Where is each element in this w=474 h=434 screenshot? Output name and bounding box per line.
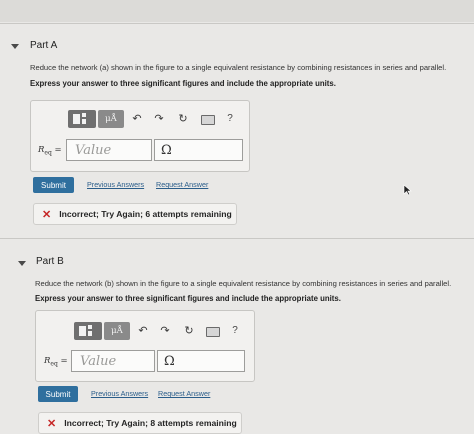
incorrect-x-icon: ✕ — [47, 417, 57, 430]
mouse-pointer-icon — [403, 184, 412, 196]
part-b-submit-button[interactable]: Submit — [38, 386, 78, 402]
units-button[interactable]: μÅ — [98, 110, 124, 128]
part-b-instruction: Express your answer to three significant… — [35, 294, 341, 303]
incorrect-x-icon: ✕ — [42, 208, 52, 221]
reset-icon[interactable]: ↻ — [177, 111, 189, 125]
help-icon[interactable]: ? — [225, 111, 235, 125]
part-b-unit-input[interactable]: Ω — [157, 350, 245, 372]
part-a-answer-box: μÅ ↶ ↷ ↻ ? — [30, 100, 250, 172]
part-a-title: Part A — [30, 40, 58, 51]
keyboard-icon[interactable] — [201, 115, 215, 125]
part-b-req-label: Req = — [44, 356, 68, 368]
undo-icon[interactable]: ↶ — [137, 323, 149, 337]
redo-icon[interactable]: ↷ — [153, 111, 165, 125]
part-a-unit-input[interactable]: Ω — [154, 139, 243, 161]
top-divider — [0, 23, 474, 24]
part-a-previous-answers-link[interactable]: Previous Answers — [87, 180, 144, 189]
part-a-collapse-caret-icon[interactable] — [11, 44, 19, 49]
part-b-collapse-caret-icon[interactable] — [18, 261, 26, 266]
part-a-feedback: ✕ Incorrect; Try Again; 6 attempts remai… — [33, 203, 237, 225]
units-button[interactable]: μÅ — [104, 322, 130, 340]
help-icon[interactable]: ? — [230, 323, 240, 337]
part-a-request-answer-link[interactable]: Request Answer — [156, 180, 208, 189]
part-a-feedback-text: Incorrect; Try Again; 6 attempts remaini… — [59, 209, 232, 219]
part-a-description: Reduce the network (a) shown in the figu… — [30, 63, 447, 72]
part-b-previous-answers-link[interactable]: Previous Answers — [91, 389, 148, 398]
part-b-request-answer-link[interactable]: Request Answer — [158, 389, 210, 398]
undo-icon[interactable]: ↶ — [131, 111, 143, 125]
part-b-description: Reduce the network (b) shown in the figu… — [35, 279, 452, 288]
top-bar — [0, 0, 474, 22]
reset-icon[interactable]: ↻ — [183, 323, 195, 337]
keyboard-icon[interactable] — [206, 327, 220, 337]
part-b-value-input[interactable]: Value — [71, 350, 155, 372]
redo-icon[interactable]: ↷ — [159, 323, 171, 337]
template-grid-button[interactable] — [68, 110, 96, 128]
part-a-value-input[interactable]: Value — [66, 139, 152, 161]
part-a-instruction: Express your answer to three significant… — [30, 79, 336, 88]
part-a-submit-button[interactable]: Submit — [33, 177, 74, 193]
section-divider — [0, 238, 474, 239]
part-b-feedback-text: Incorrect; Try Again; 8 attempts remaini… — [64, 418, 237, 428]
part-a-req-label: Req = — [38, 145, 62, 157]
template-grid-button[interactable] — [74, 322, 102, 340]
part-b-title: Part B — [36, 256, 64, 267]
